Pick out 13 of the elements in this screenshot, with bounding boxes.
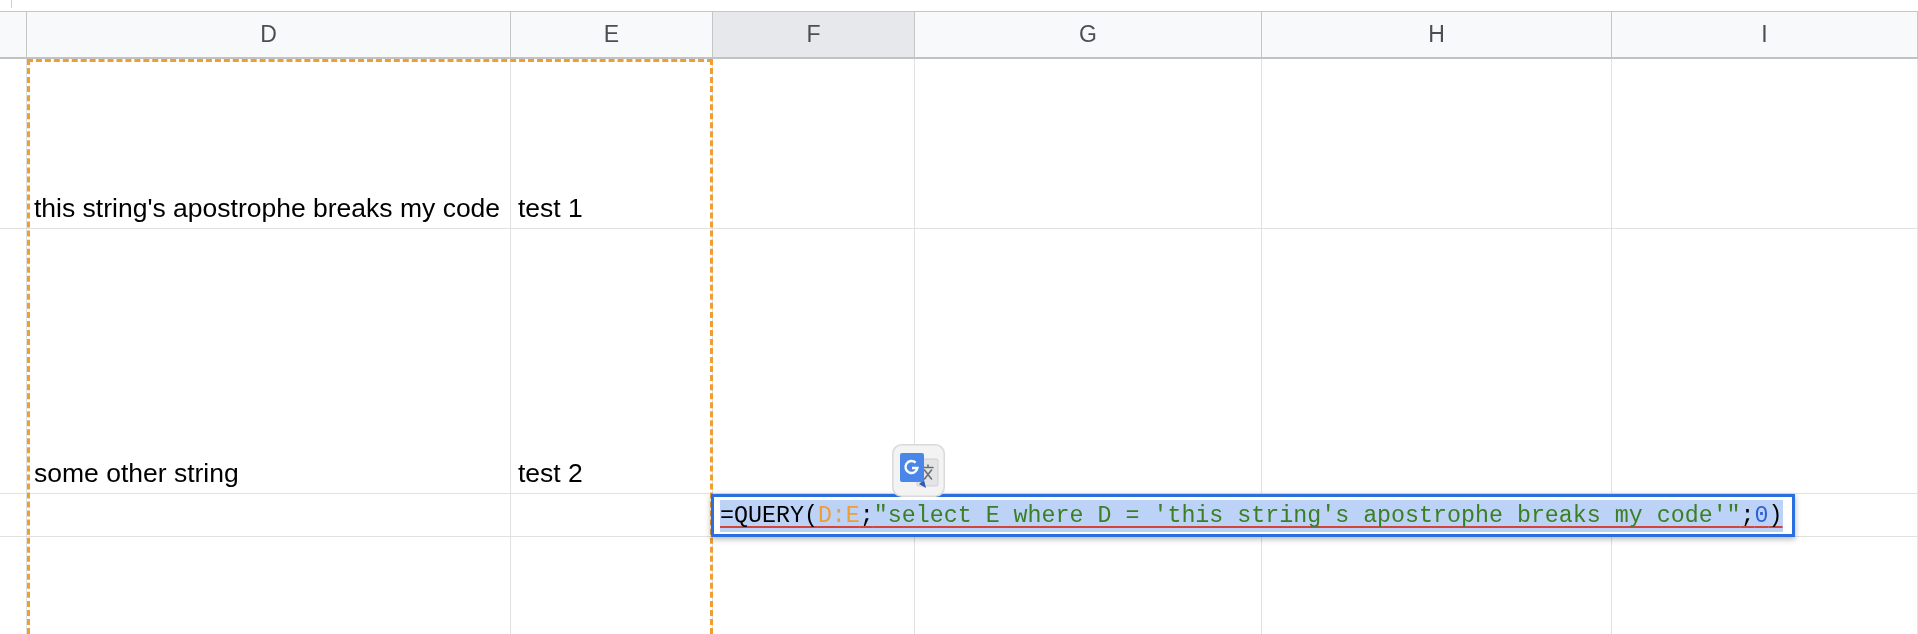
formula-input[interactable]: =QUERY(D:E;"select E where D = 'this string's apostrophe breaks my code'";0) xyxy=(711,494,1795,537)
selected-text: =QUERY(D:E;"select E where D = 'this string's apostrophe breaks my code'";0) xyxy=(720,499,1783,532)
translate-icon[interactable] xyxy=(892,444,945,497)
cell-text: test 2 xyxy=(518,458,583,489)
column-header[interactable]: G xyxy=(915,11,1262,59)
column-header[interactable]: E xyxy=(511,11,713,59)
column-header[interactable]: I xyxy=(1612,11,1918,59)
cell-text: test 1 xyxy=(518,193,583,224)
cell-text: this string's apostrophe breaks my code xyxy=(34,193,501,224)
column-header[interactable]: F xyxy=(713,11,915,59)
column-header[interactable]: D xyxy=(27,11,511,59)
column-header[interactable]: H xyxy=(1262,11,1612,59)
cell-text: some other string xyxy=(34,458,239,489)
